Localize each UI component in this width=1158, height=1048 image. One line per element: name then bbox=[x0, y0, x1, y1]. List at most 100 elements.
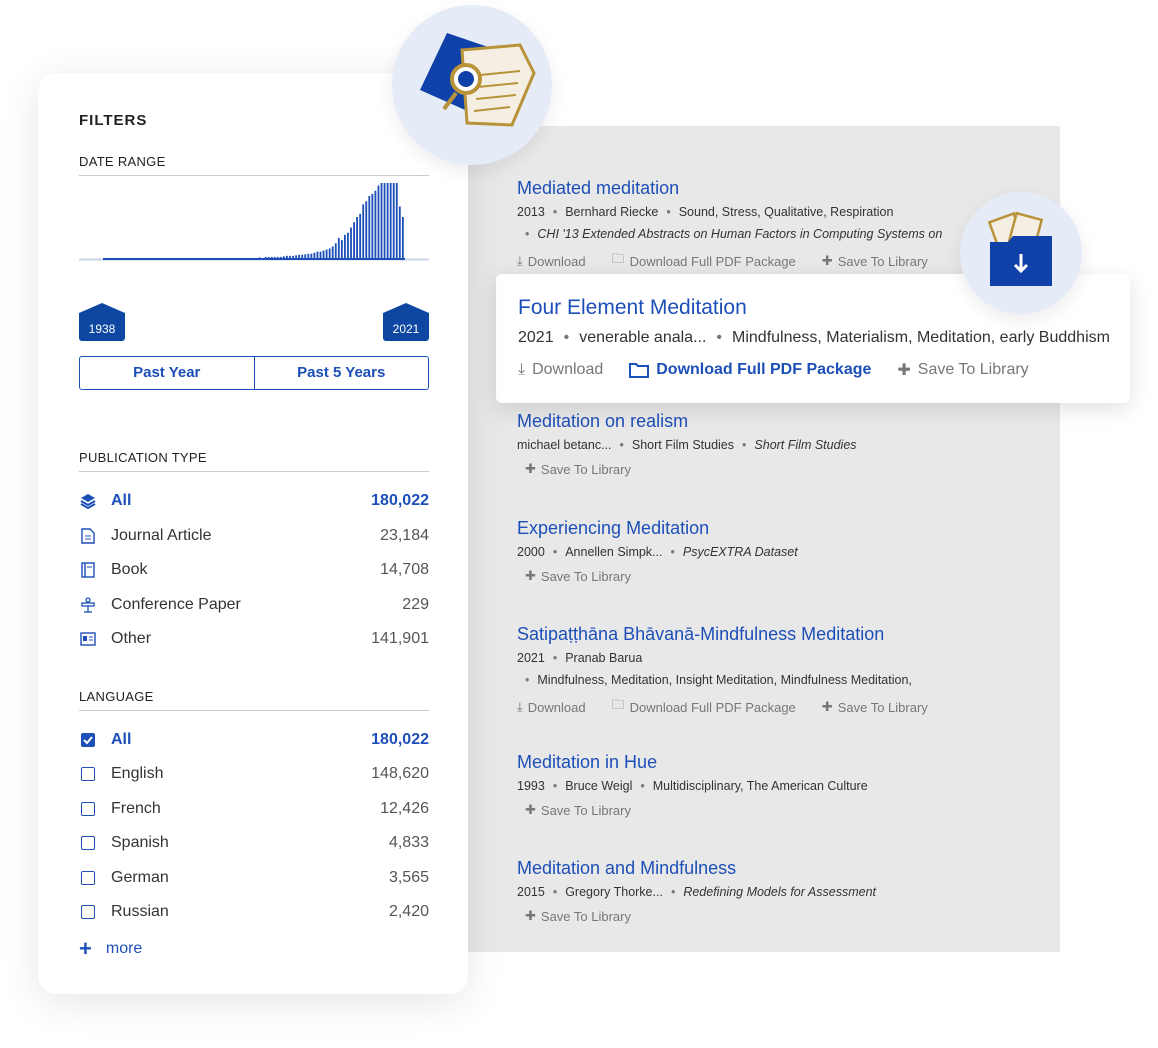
divider bbox=[79, 471, 429, 472]
result-actions: ✚ Save To Library bbox=[517, 908, 876, 924]
histogram-bar bbox=[154, 257, 157, 259]
save-to-library-button[interactable]: ✚ Save To Library bbox=[822, 253, 928, 269]
result-actions: ⤓ Download 🗀 Download Full PDF Package ✚ Sa… bbox=[517, 696, 953, 718]
checkbox[interactable] bbox=[81, 871, 95, 885]
newspaper-icon bbox=[79, 630, 97, 648]
histogram-bar bbox=[279, 256, 282, 259]
download-button[interactable]: ⤓ Download bbox=[517, 699, 586, 715]
histogram-bar bbox=[261, 257, 264, 259]
more-languages-link[interactable]: + more bbox=[79, 936, 142, 962]
language-german[interactable]: German 3,565 bbox=[79, 867, 429, 889]
histogram-bar bbox=[148, 257, 151, 259]
language-english[interactable]: English 148,620 bbox=[79, 763, 429, 785]
pubtype-book[interactable]: Book 14,708 bbox=[79, 559, 429, 581]
histogram-bar bbox=[164, 257, 166, 259]
download-button[interactable]: ⤓ Download bbox=[518, 361, 603, 379]
result-actions: ✚ Save To Library bbox=[517, 461, 857, 477]
histogram-bar bbox=[289, 255, 291, 259]
featured-title[interactable]: Four Element Meditation bbox=[518, 296, 747, 320]
checkbox-checked-icon[interactable] bbox=[79, 731, 97, 749]
save-to-library-button[interactable]: ✚ Save To Library bbox=[525, 568, 631, 584]
result-actions: ✚ Save To Library bbox=[517, 802, 868, 818]
result-item: Satipaṭṭhāna Bhāvanā-Mindfulness Meditat… bbox=[517, 623, 953, 718]
histogram-bar bbox=[377, 185, 380, 259]
histogram-bar bbox=[194, 257, 197, 259]
plus-icon: + bbox=[79, 936, 92, 961]
histogram-bar bbox=[139, 257, 142, 259]
past-5-years-button[interactable]: Past 5 Years bbox=[255, 357, 429, 389]
histogram-bar bbox=[118, 257, 121, 259]
histogram-bar bbox=[215, 257, 218, 259]
pubtype-conference-paper[interactable]: Conference Paper 229 bbox=[79, 594, 429, 616]
histogram-bar bbox=[322, 250, 325, 259]
end-year-handle[interactable]: 2021 bbox=[383, 303, 429, 341]
language-russian[interactable]: Russian 2,420 bbox=[79, 901, 429, 923]
save-to-library-button[interactable]: ✚ Save To Library bbox=[897, 360, 1028, 380]
pubtype-other[interactable]: Other 141,901 bbox=[79, 628, 429, 650]
histogram-bar bbox=[398, 206, 401, 259]
histogram-bar bbox=[350, 227, 352, 259]
histogram-bar bbox=[142, 257, 145, 259]
histogram-bar bbox=[185, 257, 188, 259]
plus-icon: ✚ bbox=[525, 908, 536, 923]
result-title[interactable]: Meditation on realism bbox=[517, 410, 857, 432]
past-year-button[interactable]: Past Year bbox=[80, 357, 255, 389]
histogram-bar bbox=[237, 257, 240, 259]
histogram-bar bbox=[218, 257, 221, 259]
histogram-bar bbox=[334, 243, 337, 259]
start-year-handle[interactable]: 1938 bbox=[79, 303, 125, 341]
save-to-library-button[interactable]: ✚ Save To Library bbox=[822, 699, 928, 715]
result-item: Experiencing Meditation 2000 • Annellen Si… bbox=[517, 517, 798, 584]
histogram-bar bbox=[252, 257, 255, 259]
result-title[interactable]: Meditation and Mindfulness bbox=[517, 857, 876, 879]
download-button[interactable]: ⤓ Download bbox=[517, 253, 586, 269]
histogram-bar bbox=[112, 257, 114, 259]
language-all[interactable]: All 180,022 bbox=[79, 729, 429, 751]
language-french[interactable]: French 12,426 bbox=[79, 798, 429, 820]
histogram-bar bbox=[380, 183, 383, 259]
date-range-label: DATE RANGE bbox=[79, 154, 166, 169]
plus-icon: ✚ bbox=[821, 253, 833, 268]
date-histogram[interactable] bbox=[79, 183, 429, 303]
save-to-library-button[interactable]: ✚ Save To Library bbox=[525, 908, 631, 924]
language-spanish[interactable]: Spanish 4,833 bbox=[79, 832, 429, 854]
result-title[interactable]: Satipaṭṭhāna Bhāvanā-Mindfulness Meditat… bbox=[517, 623, 953, 645]
result-item: Meditation and Mindfulness 2015 • Gregory … bbox=[517, 857, 876, 924]
filters-heading: FILTERS bbox=[79, 112, 148, 129]
histogram-bar bbox=[307, 253, 310, 259]
histogram-bar bbox=[356, 217, 359, 259]
result-item: Meditation on realism michael betanc... •… bbox=[517, 410, 857, 477]
checkbox[interactable] bbox=[81, 767, 95, 781]
checkbox[interactable] bbox=[81, 905, 95, 919]
result-title[interactable]: Mediated meditation bbox=[517, 177, 962, 199]
save-to-library-button[interactable]: ✚ Save To Library bbox=[525, 461, 631, 477]
histogram-bar bbox=[157, 257, 160, 259]
save-to-library-button[interactable]: ✚ Save To Library bbox=[525, 802, 631, 818]
featured-meta: 2021 • venerable anala... • Mindfulness, Mat… bbox=[518, 329, 1110, 346]
histogram-bar bbox=[304, 254, 307, 259]
result-title[interactable]: Experiencing Meditation bbox=[517, 517, 798, 539]
download-package-button[interactable]: 🗀 Download Full PDF Package bbox=[612, 696, 796, 718]
checkbox[interactable] bbox=[81, 836, 95, 850]
histogram-bar bbox=[179, 257, 182, 259]
document-search-icon bbox=[420, 33, 536, 127]
histogram-bar bbox=[188, 257, 191, 259]
language-label: LANGUAGE bbox=[79, 689, 154, 704]
pubtype-journal-article[interactable]: Journal Article 23,184 bbox=[79, 525, 429, 547]
histogram-bar bbox=[109, 257, 111, 259]
histogram-bar bbox=[106, 257, 108, 259]
histogram-bar bbox=[167, 257, 169, 259]
histogram-bar bbox=[197, 257, 200, 259]
histogram-bar bbox=[383, 183, 386, 259]
histogram-bar bbox=[160, 257, 163, 259]
histogram-bar bbox=[347, 232, 349, 259]
document-search-badge bbox=[392, 5, 552, 165]
result-meta: 2021 • Pranab Barua bbox=[517, 651, 643, 665]
result-title[interactable]: Meditation in Hue bbox=[517, 751, 868, 773]
checkbox[interactable] bbox=[81, 802, 95, 816]
histogram-bar bbox=[276, 256, 279, 259]
download-package-button[interactable]: 🗀 Download Full PDF Package bbox=[612, 250, 796, 272]
download-package-button[interactable]: Download Full PDF Package bbox=[629, 361, 871, 379]
book-icon bbox=[79, 561, 97, 579]
pubtype-all[interactable]: All 180,022 bbox=[79, 490, 429, 512]
